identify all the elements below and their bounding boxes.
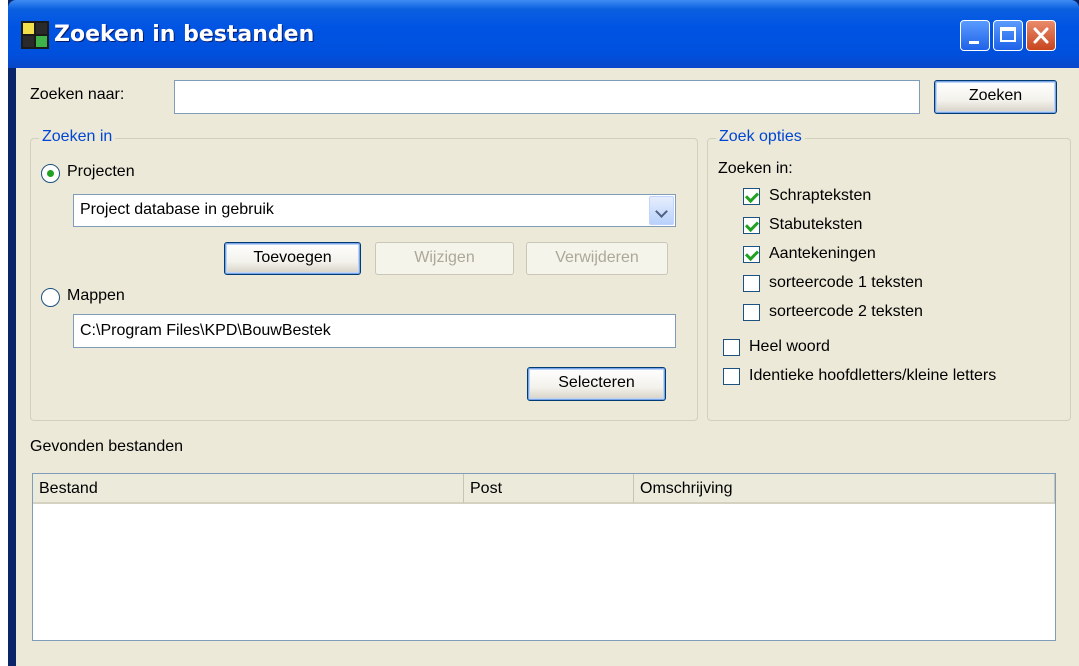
window-title: Zoeken in bestanden — [54, 22, 315, 47]
checkbox-schrapteksten-label[interactable]: Schrapteksten — [769, 187, 871, 205]
app-icon — [21, 21, 49, 49]
close-icon — [1033, 27, 1049, 44]
checkbox-match-case[interactable] — [723, 368, 740, 385]
column-header-bestand[interactable]: Bestand — [33, 474, 464, 504]
column-header-post[interactable]: Post — [464, 474, 634, 504]
results-listview[interactable]: Bestand Post Omschrijving — [32, 473, 1056, 641]
projects-radio[interactable] — [41, 164, 60, 183]
minimize-button[interactable] — [960, 20, 990, 51]
checkbox-sorteercode-1-label[interactable]: sorteercode 1 teksten — [769, 274, 923, 292]
checkbox-sorteercode-1[interactable] — [743, 275, 760, 292]
column-header-omschrijving[interactable]: Omschrijving — [634, 474, 1055, 504]
checkbox-schrapteksten[interactable] — [743, 188, 760, 205]
checkbox-whole-word[interactable] — [723, 339, 740, 356]
close-button[interactable] — [1026, 20, 1056, 51]
checkbox-aantekeningen[interactable] — [743, 246, 760, 263]
folders-radio[interactable] — [41, 288, 60, 307]
checkbox-aantekeningen-label[interactable]: Aantekeningen — [769, 245, 876, 263]
project-combo[interactable]: Project database in gebruik — [73, 194, 676, 227]
add-button[interactable]: Toevoegen — [224, 242, 361, 275]
search-input[interactable] — [174, 80, 920, 114]
checkbox-sorteercode-2-label[interactable]: sorteercode 2 teksten — [769, 303, 923, 321]
folders-radio-label[interactable]: Mappen — [67, 287, 125, 305]
search-options-legend: Zoek opties — [716, 128, 805, 146]
title-bar[interactable]: Zoeken in bestanden — [8, 0, 1079, 68]
edit-button[interactable]: Wijzigen — [375, 242, 514, 275]
minimize-icon — [969, 41, 979, 44]
results-label: Gevonden bestanden — [30, 438, 184, 455]
search-label: Zoeken naar: — [30, 86, 125, 103]
project-combo-value: Project database in gebruik — [80, 201, 274, 218]
search-button[interactable]: Zoeken — [934, 80, 1057, 114]
checkbox-stabuteksten-label[interactable]: Stabuteksten — [769, 216, 862, 234]
select-button[interactable]: Selecteren — [527, 367, 666, 401]
delete-button[interactable]: Verwijderen — [526, 242, 668, 275]
search-in-legend: Zoeken in — [39, 128, 116, 146]
dialog-window: Zoeken in bestanden Zoeken naar: Zoeken … — [8, 0, 1079, 666]
checkbox-whole-word-label[interactable]: Heel woord — [749, 338, 830, 356]
folder-input[interactable] — [73, 314, 676, 348]
checkbox-stabuteksten[interactable] — [743, 217, 760, 234]
options-search-in-label: Zoeken in: — [718, 160, 793, 177]
projects-radio-label[interactable]: Projecten — [67, 163, 135, 181]
checkbox-sorteercode-2[interactable] — [743, 304, 760, 321]
maximize-icon — [1000, 27, 1016, 42]
checkbox-match-case-label[interactable]: Identieke hoofdletters/kleine letters — [749, 367, 996, 385]
chevron-down-icon[interactable] — [649, 196, 674, 225]
maximize-button[interactable] — [993, 20, 1023, 51]
